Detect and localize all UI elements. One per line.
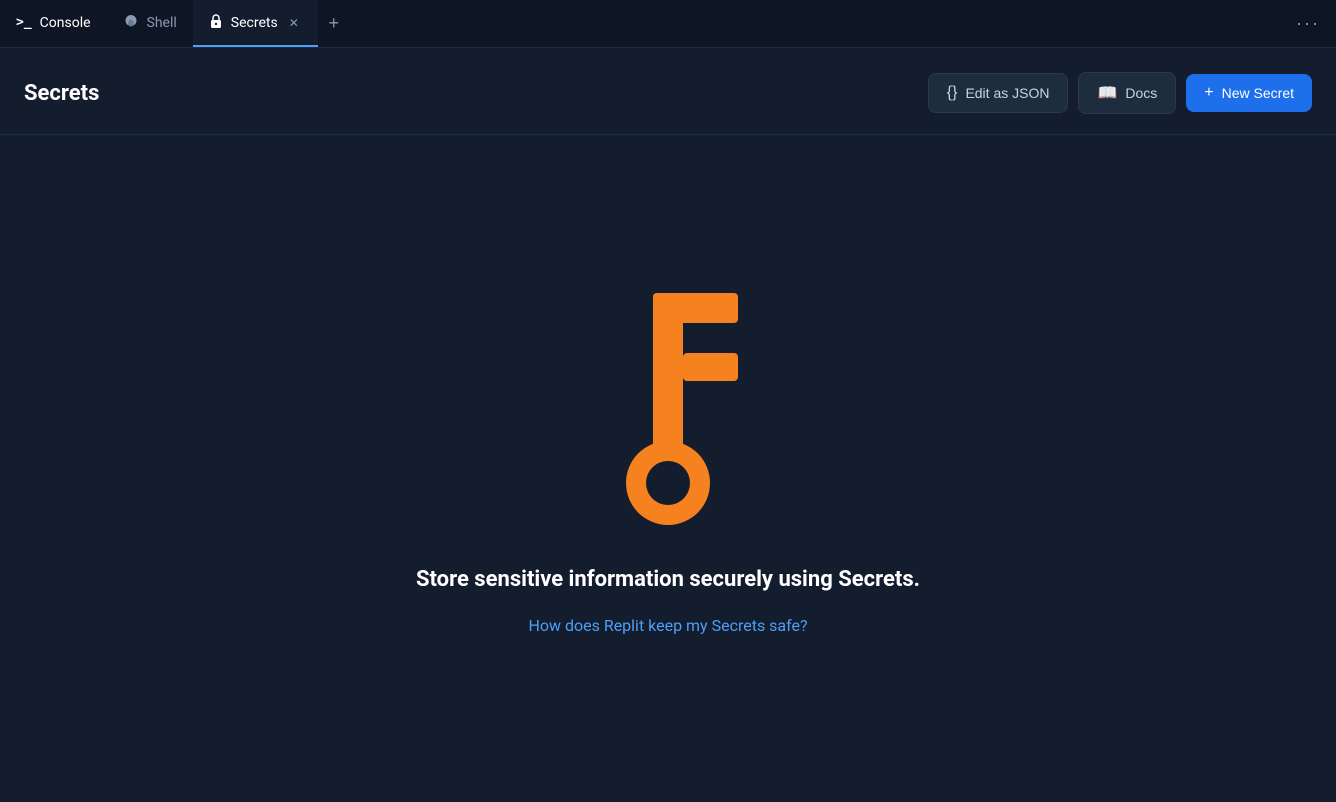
key-icon bbox=[578, 243, 758, 543]
tab-secrets-label: Secrets bbox=[231, 15, 278, 31]
secrets-help-link[interactable]: How does Replit keep my Secrets safe? bbox=[528, 616, 807, 635]
docs-button[interactable]: 📖 Docs bbox=[1078, 72, 1176, 114]
page-title: Secrets bbox=[24, 81, 99, 106]
page-header: Secrets {} Edit as JSON 📖 Docs + New Sec… bbox=[0, 48, 1336, 135]
curly-braces-icon: {} bbox=[947, 84, 958, 102]
empty-state-title: Store sensitive information securely usi… bbox=[416, 567, 920, 592]
tab-console[interactable]: >_ Console bbox=[0, 0, 107, 47]
console-icon: >_ bbox=[16, 15, 32, 30]
plus-icon: + bbox=[1204, 84, 1213, 102]
new-secret-button[interactable]: + New Secret bbox=[1186, 74, 1312, 112]
tab-secrets-close[interactable]: ✕ bbox=[286, 15, 302, 31]
book-icon: 📖 bbox=[1097, 83, 1117, 103]
empty-state: Store sensitive information securely usi… bbox=[0, 135, 1336, 802]
add-tab-button[interactable]: + bbox=[318, 0, 350, 47]
new-secret-label: New Secret bbox=[1222, 85, 1294, 101]
tab-more-button[interactable]: ··· bbox=[1280, 0, 1336, 47]
shell-icon bbox=[123, 13, 139, 33]
key-icon-container bbox=[578, 243, 758, 543]
lock-icon bbox=[209, 13, 223, 33]
main-content: Secrets {} Edit as JSON 📖 Docs + New Sec… bbox=[0, 48, 1336, 802]
edit-as-json-label: Edit as JSON bbox=[965, 85, 1049, 101]
tab-secrets[interactable]: Secrets ✕ bbox=[193, 0, 318, 47]
tab-bar: >_ Console Shell Secrets ✕ + ··· bbox=[0, 0, 1336, 48]
edit-as-json-button[interactable]: {} Edit as JSON bbox=[928, 73, 1069, 113]
header-actions: {} Edit as JSON 📖 Docs + New Secret bbox=[928, 72, 1312, 114]
tab-shell[interactable]: Shell bbox=[107, 0, 193, 47]
docs-label: Docs bbox=[1125, 85, 1157, 101]
tab-console-label: Console bbox=[40, 15, 91, 31]
tab-shell-label: Shell bbox=[147, 15, 177, 31]
